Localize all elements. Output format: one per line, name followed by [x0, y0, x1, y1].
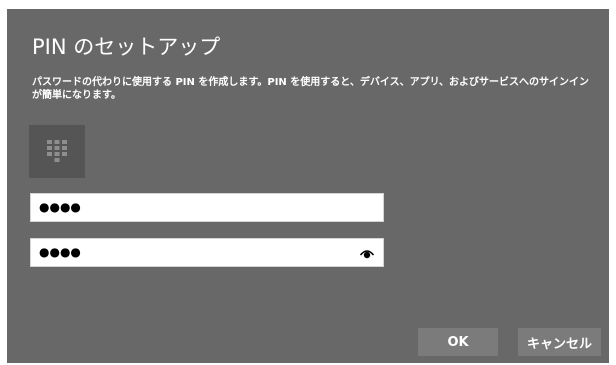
keypad-tile	[29, 125, 85, 178]
pin-confirm-input-value: ●●●●	[39, 245, 81, 259]
pin-confirm-input[interactable]: ●●●●	[30, 238, 384, 267]
pin-input[interactable]: ●●●●	[30, 193, 384, 222]
eye-icon[interactable]	[359, 246, 375, 260]
pin-input-value: ●●●●	[39, 200, 81, 214]
keypad-icon	[47, 140, 67, 162]
ok-button[interactable]: OK	[418, 328, 498, 356]
dialog-title: PIN のセットアップ	[32, 35, 221, 59]
dialog-description: パスワードの代わりに使用する PIN を作成します。PIN を使用すると、デバイ…	[32, 77, 589, 101]
pin-setup-dialog: PIN のセットアップ パスワードの代わりに使用する PIN を作成します。PI…	[7, 9, 609, 363]
cancel-button[interactable]: キャンセル	[518, 328, 601, 356]
